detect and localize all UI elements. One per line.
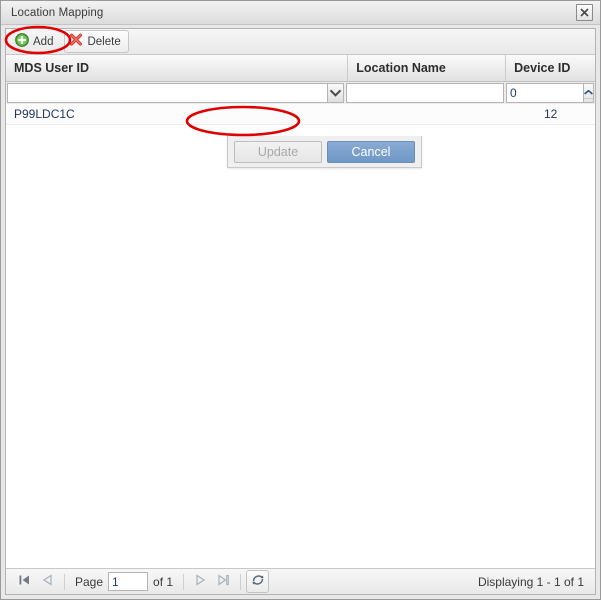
location-mapping-window: Location Mapping Add Delete MDS User ID … — [0, 0, 601, 600]
add-button[interactable]: Add — [10, 30, 61, 53]
add-button-label: Add — [33, 35, 54, 48]
window-titlebar: Location Mapping — [1, 1, 600, 25]
mds-user-id-dropdown-button[interactable] — [327, 83, 344, 103]
pagination-divider — [240, 573, 242, 590]
grid-column-headers: MDS User ID Location Name Device ID — [6, 55, 595, 82]
device-id-spinner-buttons[interactable] — [583, 83, 594, 111]
column-header-label: Location Name — [356, 61, 446, 75]
page-total-label: of 1 — [153, 574, 174, 589]
device-id-input[interactable] — [506, 83, 583, 103]
location-name-input[interactable] — [346, 83, 504, 103]
pagination-divider — [183, 573, 185, 590]
page-label: Page — [75, 574, 104, 589]
next-page-button[interactable] — [189, 570, 212, 593]
column-header-location-name[interactable]: Location Name — [348, 55, 507, 81]
cell-device-id: 12 — [506, 104, 595, 125]
pagination-status: Displaying 1 - 1 of 1 — [477, 574, 584, 589]
delete-button-label: Delete — [87, 35, 121, 48]
column-header-label: Device ID — [514, 61, 571, 75]
table-row[interactable]: P99LDC1C 12 — [6, 104, 595, 125]
update-button[interactable]: Update — [234, 140, 322, 163]
red-x-icon — [69, 33, 83, 50]
grid-toolbar: Add Delete — [6, 29, 595, 55]
cell-mds-user-id: P99LDC1C — [6, 104, 348, 125]
grid-editor-row — [6, 82, 595, 111]
refresh-button[interactable] — [246, 570, 270, 593]
grid-body: P99LDC1C 12 — [6, 104, 595, 568]
pagination-toolbar: Page of 1 — [6, 568, 595, 594]
editor-cell-device-id — [505, 82, 595, 111]
column-header-mds-user-id[interactable]: MDS User ID — [6, 55, 349, 81]
last-page-button[interactable] — [212, 570, 235, 593]
prev-page-icon — [42, 574, 53, 589]
pagination-divider — [64, 573, 65, 590]
device-id-spinner[interactable] — [506, 83, 594, 111]
window-title: Location Mapping — [11, 6, 104, 19]
next-page-icon — [195, 574, 206, 589]
mds-user-id-input[interactable] — [7, 83, 327, 103]
close-button[interactable] — [576, 4, 593, 21]
plus-circle-green-icon — [15, 33, 29, 50]
chevron-down-icon — [329, 86, 342, 100]
cancel-button[interactable]: Cancel — [327, 140, 415, 163]
cell-value: P99LDC1C — [14, 107, 75, 121]
update-button-label: Update — [257, 144, 299, 159]
row-editor-buttons: Update Cancel — [227, 136, 422, 168]
device-id-spinner-up[interactable] — [584, 84, 593, 99]
delete-button[interactable]: Delete — [64, 30, 129, 53]
editor-cell-location-name — [345, 82, 505, 104]
prev-page-button[interactable] — [36, 570, 59, 593]
cancel-button-label: Cancel — [351, 144, 391, 159]
column-header-label: MDS User ID — [14, 61, 90, 75]
last-page-icon — [217, 574, 230, 589]
cell-location-name — [348, 104, 506, 125]
grid-panel: Add Delete MDS User ID Location Name Dev… — [5, 28, 596, 595]
first-page-icon — [18, 574, 31, 589]
mds-user-id-combobox[interactable] — [7, 83, 344, 103]
close-icon — [580, 8, 589, 17]
cell-value: 12 — [543, 107, 558, 121]
spinner-up-icon — [584, 84, 593, 98]
editor-cell-mds-user-id — [6, 82, 345, 104]
column-header-device-id[interactable]: Device ID — [506, 55, 595, 81]
refresh-icon — [251, 573, 265, 590]
first-page-button[interactable] — [13, 570, 36, 593]
page-number-input[interactable] — [108, 572, 149, 591]
